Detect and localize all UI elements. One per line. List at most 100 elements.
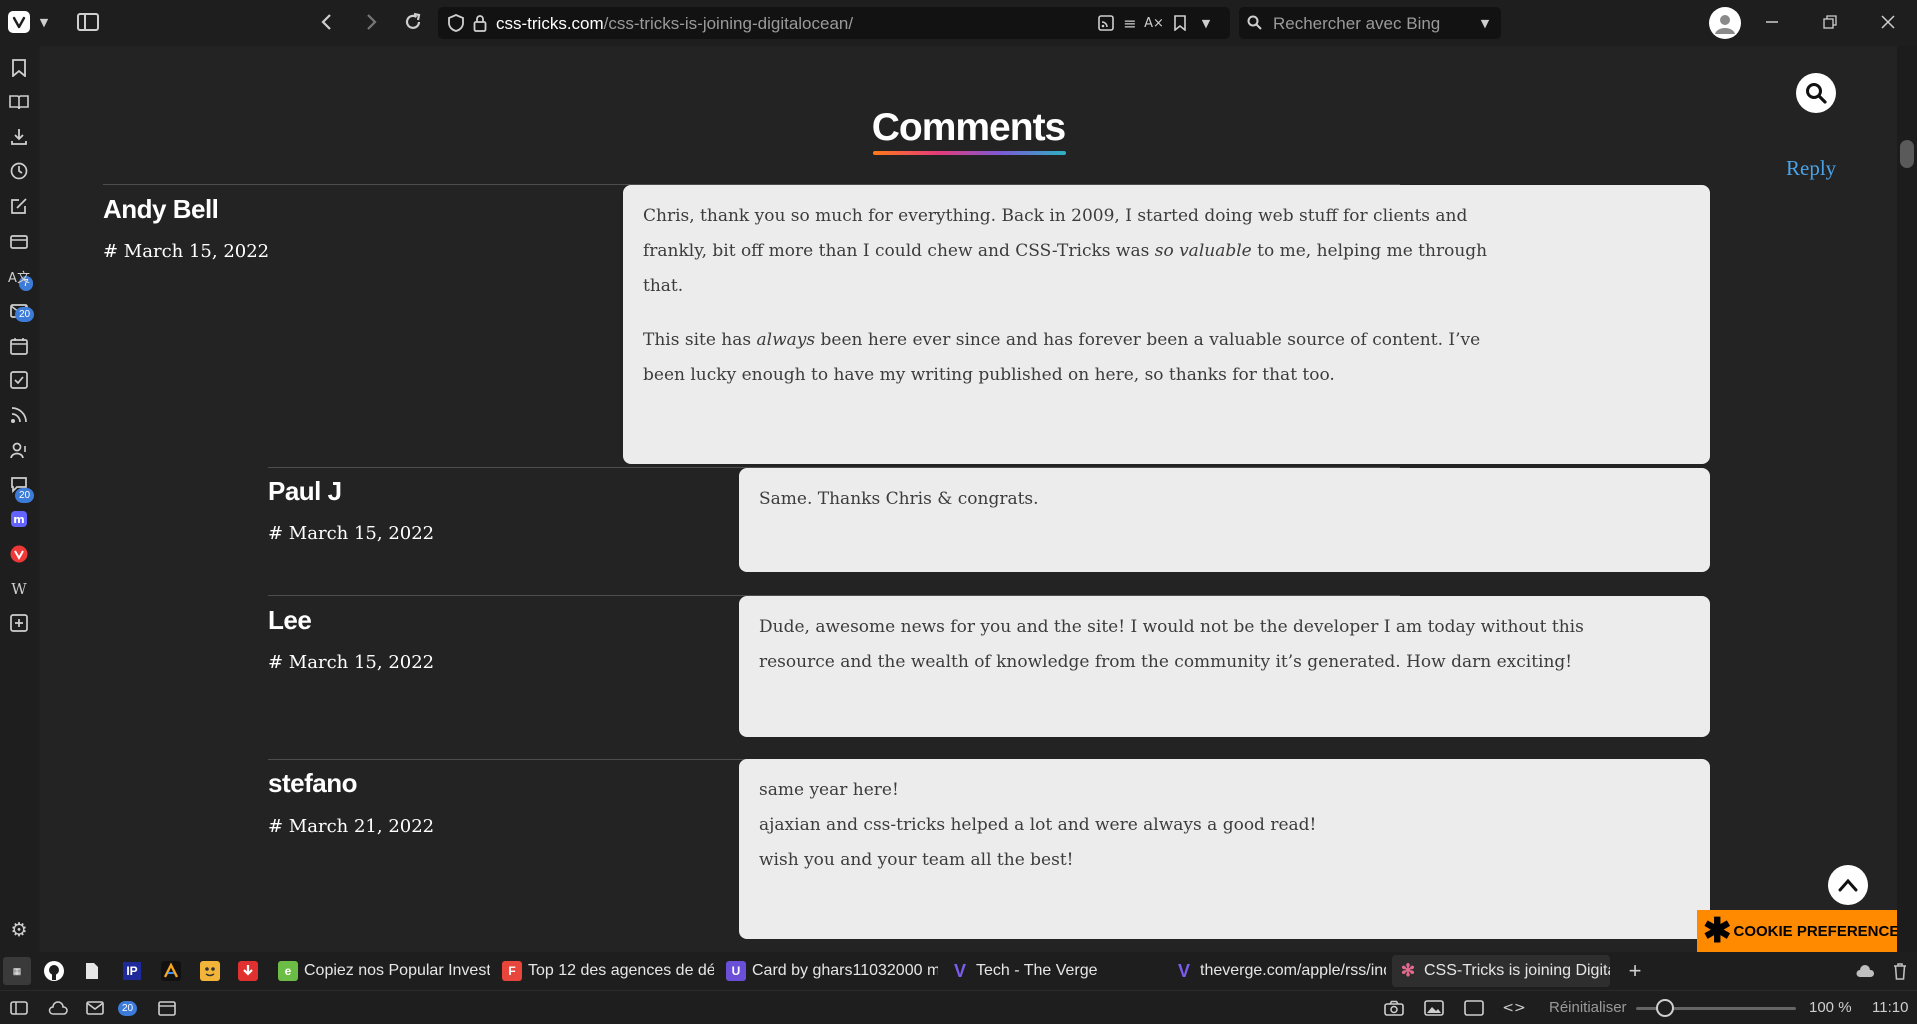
- code-icon[interactable]: <>: [1502, 997, 1525, 1019]
- reader-view-icon[interactable]: ≡: [1120, 13, 1140, 33]
- tab[interactable]: F Top 12 des agences de dév: [496, 955, 714, 987]
- mastodon-icon[interactable]: m: [8, 508, 30, 530]
- comment-author: stefano: [268, 768, 357, 798]
- translate-panel-icon[interactable]: A文: [8, 265, 30, 287]
- url-text[interactable]: css-tricks.com/css-tricks-is-joining-dig…: [496, 14, 853, 34]
- pinned-tab[interactable]: IP: [118, 957, 146, 985]
- address-bar[interactable]: css-tricks.com/css-tricks-is-joining-dig…: [438, 7, 1230, 39]
- history-icon[interactable]: [8, 160, 30, 182]
- clock: 11:10: [1872, 999, 1909, 1016]
- pinned-tab[interactable]: ▦: [3, 957, 31, 985]
- panel-toggle-icon[interactable]: [8, 997, 30, 1019]
- comment-paragraph: Chris, thank you so much for everything.…: [643, 199, 1520, 304]
- image-icon[interactable]: [1423, 997, 1445, 1019]
- shield-icon[interactable]: [446, 13, 466, 33]
- search-bar[interactable]: Rechercher avec Bing ▼: [1239, 7, 1501, 39]
- cloud-sync-icon[interactable]: [1851, 957, 1879, 985]
- calendar-icon[interactable]: [156, 997, 178, 1019]
- chevron-down-icon[interactable]: ▼: [1196, 13, 1216, 33]
- comment-author: Paul J: [268, 476, 342, 506]
- tab[interactable]: V theverge.com/apple/rss/ind: [1168, 955, 1386, 987]
- add-panel-icon[interactable]: [8, 612, 30, 634]
- tab-active[interactable]: ✻ CSS-Tricks is joining DigitalC: [1392, 955, 1610, 987]
- feeds-icon[interactable]: [8, 404, 30, 426]
- reload-icon[interactable]: [402, 11, 424, 33]
- scroll-to-top-button[interactable]: [1828, 865, 1868, 905]
- page-scrollbar[interactable]: [1897, 46, 1917, 952]
- pinned-tab[interactable]: [78, 957, 106, 985]
- back-icon[interactable]: [316, 11, 338, 33]
- minimize-icon[interactable]: [1762, 12, 1782, 32]
- panel-toggle-icon[interactable]: [76, 11, 100, 33]
- tab[interactable]: V Tech - The Verge: [944, 955, 1162, 987]
- comment-body: same year here! ajaxian and css-tricks h…: [739, 759, 1710, 939]
- comment-body: Same. Thanks Chris & congrats.: [739, 468, 1710, 572]
- profile-avatar-icon[interactable]: [1709, 7, 1741, 39]
- vivaldi-icon[interactable]: [8, 543, 30, 565]
- cookie-preferences-button[interactable]: ✱ COOKIE PREFERENCES: [1697, 910, 1897, 952]
- pinned-tab[interactable]: [196, 957, 224, 985]
- trash-icon[interactable]: [1886, 957, 1914, 985]
- calendar-icon[interactable]: [8, 335, 30, 357]
- chevron-down-icon[interactable]: ▼: [36, 12, 52, 32]
- wikipedia-icon[interactable]: W: [8, 578, 30, 600]
- comment-date-link[interactable]: # March 15, 2022: [268, 523, 434, 544]
- pinned-tab[interactable]: [40, 957, 68, 985]
- zoom-reset-button[interactable]: Réinitialiser: [1549, 999, 1627, 1016]
- verge-icon: V: [1177, 960, 1190, 981]
- browser-toolbar: ▼ css-tricks.com/css-tricks-is-joining-d…: [0, 0, 1917, 46]
- vivaldi-menu-icon[interactable]: [8, 11, 30, 33]
- lock-icon[interactable]: [470, 13, 490, 33]
- tab[interactable]: e Copiez nos Popular Investor: [272, 955, 490, 987]
- comment-date-link[interactable]: # March 15, 2022: [268, 652, 434, 673]
- forward-icon[interactable]: [360, 11, 382, 33]
- tab-label: Tech - The Verge: [976, 962, 1098, 979]
- comment-line: ajaxian and css-tricks helped a lot and …: [759, 815, 1317, 835]
- window-tiling-icon[interactable]: [1463, 997, 1485, 1019]
- pinned-tab[interactable]: [157, 957, 185, 985]
- rss-icon[interactable]: [1096, 13, 1116, 33]
- mail-count-badge: 20: [118, 1001, 138, 1016]
- pinned-tab[interactable]: [234, 957, 262, 985]
- app-icon: ▦: [12, 965, 22, 976]
- cloud-icon[interactable]: [46, 997, 70, 1019]
- close-window-icon[interactable]: [1878, 12, 1898, 32]
- reading-list-icon[interactable]: [8, 91, 30, 113]
- reply-link[interactable]: Reply: [1786, 156, 1836, 181]
- site-search-button[interactable]: [1796, 73, 1836, 113]
- restore-icon[interactable]: [1820, 12, 1840, 32]
- bookmark-icon[interactable]: [1170, 13, 1190, 33]
- comment-date-link[interactable]: # March 21, 2022: [268, 816, 434, 837]
- status-bar: 20 <> Réinitialiser 100 % 11:10: [0, 990, 1917, 1024]
- side-panel: 7 A文 20 20 m W ⚙: [0, 46, 38, 952]
- tab-label: Top 12 des agences de dév: [528, 962, 714, 979]
- tab-label: Copiez nos Popular Investor: [304, 962, 490, 979]
- f-icon: F: [502, 961, 522, 981]
- tab-bar: ▦ IP e Copiez nos Popular Investor F Top…: [0, 952, 1917, 990]
- chevron-down-icon[interactable]: ▼: [1475, 13, 1495, 33]
- zoom-slider-handle[interactable]: [1656, 999, 1674, 1017]
- tab[interactable]: U Card by ghars11032000 m: [720, 955, 938, 987]
- chat-icon[interactable]: [8, 473, 30, 495]
- emphasis: always: [756, 330, 816, 350]
- contacts-icon[interactable]: [8, 439, 30, 461]
- scrollbar-thumb[interactable]: [1900, 140, 1914, 168]
- comment-paragraph: Dude, awesome news for you and the site!…: [759, 617, 1584, 672]
- window-icon[interactable]: [8, 230, 30, 252]
- downloads-icon[interactable]: [8, 126, 30, 148]
- translate-icon[interactable]: A×: [1144, 13, 1164, 33]
- document-icon: [86, 963, 98, 979]
- notes-icon[interactable]: [8, 195, 30, 217]
- camera-icon[interactable]: [1383, 997, 1405, 1019]
- settings-icon[interactable]: ⚙: [8, 919, 30, 941]
- new-tab-button[interactable]: +: [1621, 957, 1649, 985]
- cookie-label: COOKIE PREFERENCES: [1733, 922, 1898, 940]
- tasks-icon[interactable]: [8, 369, 30, 391]
- tab-label: CSS-Tricks is joining DigitalC: [1424, 962, 1610, 979]
- mail-icon[interactable]: [84, 997, 106, 1019]
- comment-author: Andy Bell: [103, 194, 219, 224]
- css-tricks-icon: ✻: [1400, 961, 1416, 980]
- bookmarks-icon[interactable]: [8, 57, 30, 79]
- comment-date-link[interactable]: # March 15, 2022: [103, 241, 269, 262]
- verge-icon: V: [953, 960, 966, 981]
